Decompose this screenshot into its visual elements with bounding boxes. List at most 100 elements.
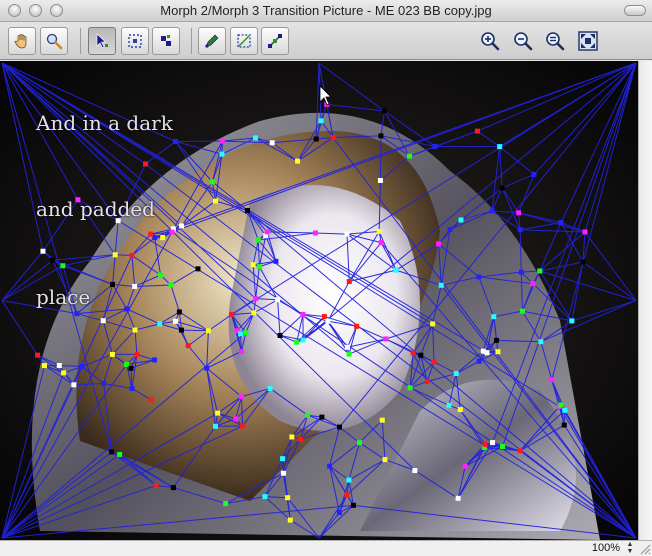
control-point[interactable]: [330, 135, 336, 141]
control-point[interactable]: [499, 185, 505, 191]
control-point[interactable]: [418, 352, 424, 358]
control-point[interactable]: [277, 332, 283, 338]
control-point[interactable]: [157, 321, 163, 327]
control-point[interactable]: [482, 441, 488, 447]
control-point[interactable]: [297, 436, 303, 442]
zoom-stepper[interactable]: ▲ ▼: [624, 541, 636, 555]
control-point[interactable]: [168, 282, 174, 288]
control-point[interactable]: [393, 267, 399, 273]
add-point-tool-button[interactable]: [152, 27, 180, 55]
zoom-reset-button[interactable]: [542, 27, 568, 55]
control-point[interactable]: [124, 306, 130, 312]
control-point[interactable]: [491, 314, 497, 320]
control-point[interactable]: [255, 237, 261, 243]
control-point[interactable]: [245, 208, 251, 214]
control-point[interactable]: [300, 337, 306, 343]
zoom-level-field[interactable]: 100%: [574, 541, 620, 555]
control-point[interactable]: [61, 370, 67, 376]
control-point[interactable]: [319, 414, 325, 420]
toolbar-toggle-button[interactable]: [624, 5, 646, 16]
hand-tool-button[interactable]: [8, 27, 36, 55]
control-point[interactable]: [378, 240, 384, 246]
morph-canvas[interactable]: And in a dark and padded place: [0, 61, 638, 540]
control-point[interactable]: [519, 308, 525, 314]
control-point[interactable]: [538, 339, 544, 345]
control-point[interactable]: [205, 328, 211, 334]
control-point[interactable]: [240, 423, 246, 429]
control-point[interactable]: [56, 362, 62, 368]
control-point[interactable]: [312, 230, 318, 236]
control-point[interactable]: [173, 139, 179, 145]
control-point[interactable]: [516, 210, 522, 216]
control-point[interactable]: [71, 382, 77, 388]
control-point[interactable]: [436, 241, 442, 247]
control-point[interactable]: [267, 385, 273, 391]
control-point[interactable]: [561, 422, 567, 428]
control-point[interactable]: [287, 517, 293, 523]
control-point[interactable]: [176, 309, 182, 315]
control-point[interactable]: [233, 416, 239, 422]
control-point[interactable]: [476, 358, 482, 364]
control-point[interactable]: [178, 327, 184, 333]
control-point[interactable]: [262, 494, 268, 500]
control-point[interactable]: [493, 337, 499, 343]
control-point[interactable]: [79, 364, 85, 370]
control-point[interactable]: [238, 331, 244, 337]
control-point[interactable]: [344, 344, 350, 350]
control-point[interactable]: [346, 477, 352, 483]
control-point[interactable]: [490, 440, 496, 446]
control-point[interactable]: [273, 258, 279, 264]
control-point[interactable]: [446, 402, 452, 408]
resize-grip-icon[interactable]: [639, 543, 651, 555]
control-point[interactable]: [134, 351, 140, 357]
control-point[interactable]: [50, 257, 56, 263]
control-point[interactable]: [325, 318, 331, 324]
control-point[interactable]: [153, 482, 159, 488]
control-point[interactable]: [250, 262, 256, 268]
control-point[interactable]: [336, 510, 342, 516]
control-point[interactable]: [132, 283, 138, 289]
control-point[interactable]: [280, 470, 286, 476]
control-point[interactable]: [152, 357, 158, 363]
control-point[interactable]: [238, 349, 244, 355]
control-point[interactable]: [378, 133, 384, 139]
control-point[interactable]: [243, 330, 249, 336]
control-point[interactable]: [517, 448, 523, 454]
control-point[interactable]: [410, 350, 416, 356]
control-point[interactable]: [517, 227, 523, 233]
control-point[interactable]: [558, 402, 564, 408]
control-point[interactable]: [455, 495, 461, 501]
control-point[interactable]: [558, 220, 564, 226]
control-point[interactable]: [344, 231, 350, 237]
control-point[interactable]: [346, 279, 352, 285]
control-point[interactable]: [252, 135, 258, 141]
control-point[interactable]: [407, 153, 413, 159]
control-point[interactable]: [480, 348, 486, 354]
control-point[interactable]: [346, 351, 352, 357]
control-point[interactable]: [357, 440, 363, 446]
line-tool-button[interactable]: [261, 27, 289, 55]
control-point[interactable]: [112, 252, 118, 258]
control-point[interactable]: [430, 321, 436, 327]
control-point[interactable]: [158, 272, 164, 278]
control-point[interactable]: [41, 363, 47, 369]
control-point[interactable]: [148, 397, 154, 403]
control-point[interactable]: [318, 118, 324, 124]
control-point[interactable]: [219, 151, 225, 157]
control-point[interactable]: [285, 495, 291, 501]
control-point[interactable]: [321, 314, 327, 320]
control-point[interactable]: [518, 269, 524, 275]
control-point[interactable]: [172, 318, 178, 324]
marquee-select-tool-button[interactable]: [121, 27, 149, 55]
control-point[interactable]: [582, 229, 588, 235]
control-point[interactable]: [117, 451, 123, 457]
control-point[interactable]: [431, 359, 437, 365]
control-point[interactable]: [128, 365, 134, 371]
control-point[interactable]: [109, 449, 115, 455]
vertical-scrollbar[interactable]: [638, 61, 652, 540]
control-point[interactable]: [280, 456, 286, 462]
pen-tool-button[interactable]: [198, 27, 226, 55]
control-point[interactable]: [530, 281, 536, 287]
control-point[interactable]: [354, 323, 360, 329]
control-point[interactable]: [381, 108, 387, 114]
